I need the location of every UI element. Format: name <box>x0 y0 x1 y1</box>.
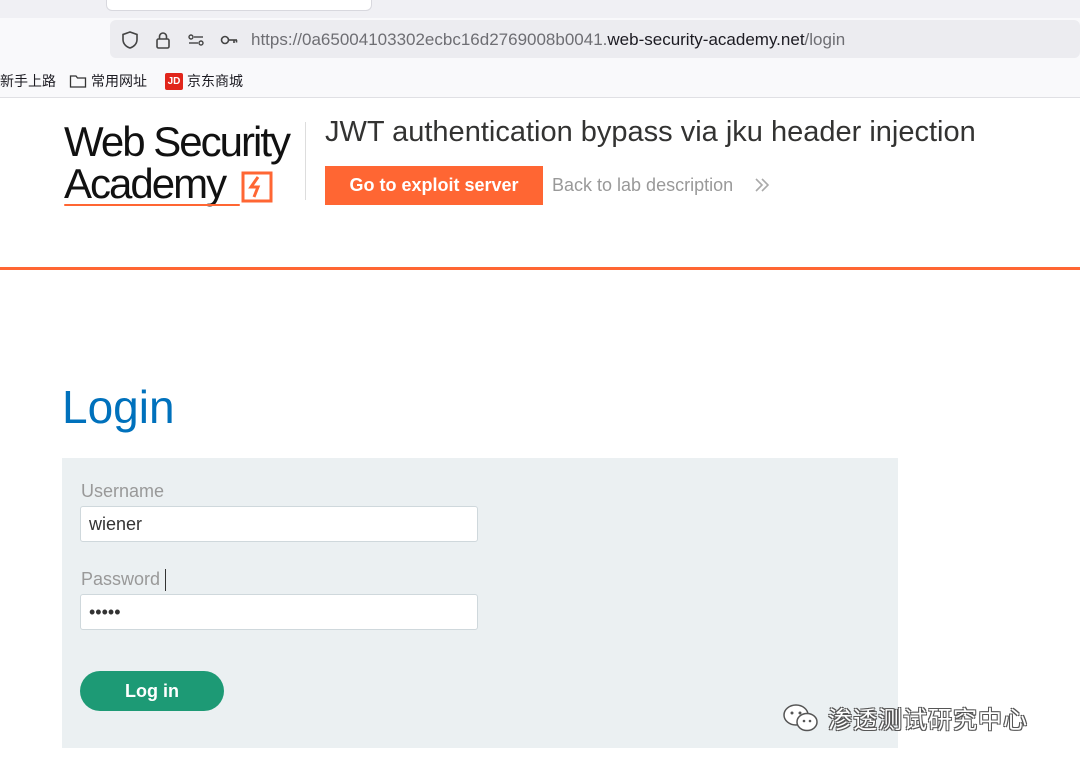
username-input[interactable] <box>80 506 478 542</box>
login-button[interactable]: Log in <box>80 671 224 711</box>
navigation-bar: https://0a65004103302ecbc16d2769008b0041… <box>0 18 1080 62</box>
url-text[interactable]: https://0a65004103302ecbc16d2769008b0041… <box>251 30 845 50</box>
active-tab[interactable] <box>106 0 372 11</box>
url-prefix: https://0a65004103302ecbc16d2769008b0041… <box>251 30 608 49</box>
header-rule <box>0 267 1080 270</box>
logo-bolt-icon <box>241 171 273 203</box>
bookmark-item[interactable]: JD 京东商城 <box>165 71 243 91</box>
wechat-icon <box>783 703 818 731</box>
double-chevron-right-icon[interactable] <box>754 176 770 194</box>
page-title: Login <box>62 381 175 433</box>
header-divider <box>305 122 306 200</box>
academy-logo[interactable]: Web Security Academy <box>64 118 304 213</box>
bookmarks-bar: 新手上路 常用网址 JD 京东商城 <box>0 62 1080 98</box>
lock-icon[interactable] <box>153 30 173 50</box>
key-icon[interactable] <box>219 30 239 50</box>
exploit-server-button[interactable]: Go to exploit server <box>325 166 543 205</box>
bookmark-item[interactable]: 新手上路 <box>0 71 56 91</box>
address-bar[interactable]: https://0a65004103302ecbc16d2769008b0041… <box>110 20 1080 58</box>
logo-text-line2: Academy <box>64 160 227 207</box>
back-to-lab-link[interactable]: Back to lab description <box>552 175 733 196</box>
logo-text-line1: Web Security <box>64 118 291 165</box>
folder-icon <box>69 75 87 88</box>
username-label: Username <box>81 481 165 501</box>
login-form: Username Password Log in <box>62 458 898 748</box>
bookmark-label: 新手上路 <box>0 73 56 89</box>
logo-underline <box>64 204 240 206</box>
tab-strip <box>0 0 1080 18</box>
text-caret <box>165 569 166 591</box>
url-path: /login <box>804 30 846 49</box>
permissions-icon[interactable] <box>186 30 206 50</box>
watermark-text: 渗透测试研究中心 <box>828 707 1028 734</box>
shield-icon[interactable] <box>120 30 140 50</box>
jd-icon: JD <box>165 72 183 90</box>
password-input[interactable] <box>80 594 478 630</box>
password-label: Password <box>81 569 161 589</box>
url-domain: web-security-academy.net <box>607 30 805 49</box>
bookmark-folder[interactable]: 常用网址 <box>69 71 147 91</box>
lab-title: JWT authentication bypass via jku header… <box>325 116 976 148</box>
watermark: 渗透测试研究中心 <box>782 700 1028 735</box>
bookmark-label: 常用网址 <box>91 73 147 89</box>
bookmark-label: 京东商城 <box>187 73 243 89</box>
